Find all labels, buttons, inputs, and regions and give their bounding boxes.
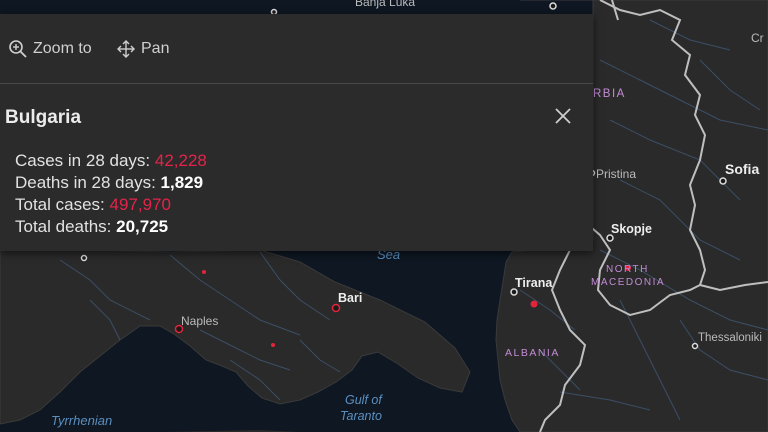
stat-label: Total cases: (15, 195, 105, 214)
zoom-to-button[interactable]: Zoom to (8, 38, 92, 60)
pan-arrows-icon (117, 40, 135, 58)
case-dot[interactable] (202, 270, 206, 274)
water-label: Taranto (340, 409, 382, 423)
city-label: Naples (181, 314, 218, 328)
popup-title: Bulgaria (5, 107, 82, 128)
country-label: RBIA (593, 88, 626, 100)
stat-label: Total deaths: (15, 217, 112, 236)
case-dot[interactable] (271, 343, 275, 347)
city-label: Bari (338, 291, 362, 305)
close-icon[interactable] (552, 105, 574, 127)
pan-label: Pan (141, 40, 170, 57)
city-label: Sofia (725, 161, 759, 177)
zoom-to-label: Zoom to (33, 40, 92, 57)
country-label: ALBANIA (505, 347, 560, 359)
pan-button[interactable]: Pan (116, 38, 169, 60)
country-label: MACEDONIA (591, 277, 665, 288)
city-label: Banja Luka (355, 0, 415, 9)
stat-value: 42,228 (154, 151, 207, 170)
water-label: Tyrrhenian (51, 413, 112, 428)
stat-row-total-deaths: Total deaths: 20,725 (15, 216, 207, 238)
feature-popup: Zoom to Pan Bulgaria Cases in 28 days: 4… (0, 14, 593, 251)
stat-value: 20,725 (116, 217, 169, 236)
city-marker-sofia[interactable] (719, 177, 727, 185)
stat-row-total-cases: Total cases: 497,970 (15, 194, 207, 216)
popup-stats: Cases in 28 days: 42,228 Deaths in 28 da… (15, 150, 207, 238)
city-marker-west[interactable] (80, 254, 88, 262)
zoom-in-icon (9, 40, 27, 58)
case-dot[interactable] (530, 300, 538, 308)
water-label: Gulf of (345, 393, 383, 407)
stat-label: Deaths in 28 days: (15, 173, 156, 192)
city-marker-bari[interactable] (331, 303, 341, 313)
stat-row-cases-28: Cases in 28 days: 42,228 (15, 150, 207, 172)
stat-label: Cases in 28 days: (15, 151, 151, 170)
stat-row-deaths-28: Deaths in 28 days: 1,829 (15, 172, 207, 194)
city-label: Tirana (515, 276, 553, 290)
city-marker-thessaloniki[interactable] (691, 342, 699, 350)
city-marker-top[interactable] (549, 2, 557, 10)
country-label: NORTH (606, 264, 649, 275)
stat-value: 497,970 (109, 195, 171, 214)
city-label: Thessaloniki (698, 332, 762, 344)
popup-action-bar: Zoom to Pan (0, 14, 593, 84)
city-label: Pristina (596, 167, 636, 181)
city-label: Cr (751, 31, 764, 45)
city-label: Skopje (611, 222, 652, 236)
stat-value: 1,829 (160, 173, 204, 192)
